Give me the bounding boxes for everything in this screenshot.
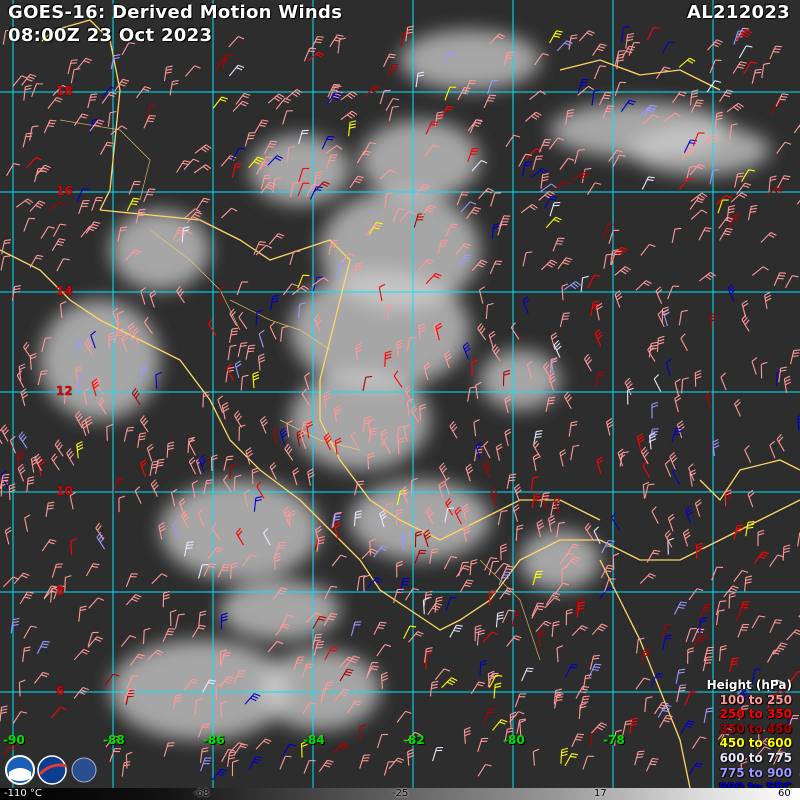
lat-label-18: 18 <box>56 84 73 98</box>
colorbar-tick-1: -68 <box>193 788 210 799</box>
colorbar-min-label: -110 °C <box>4 788 42 799</box>
legend-entry-775-900: 775 to 900 <box>719 765 792 780</box>
lon-label-78: -78 <box>603 733 625 747</box>
lon-label-82: -82 <box>403 733 425 747</box>
lon-label-86: -86 <box>203 733 225 747</box>
colorbar-tick-4: 60 <box>778 788 791 799</box>
colorbar-tick-3: 17 <box>594 788 607 799</box>
legend-title: Height (hPa) <box>706 678 792 692</box>
legend-entry-250-350: 250 to 350 <box>719 707 792 722</box>
satellite-wind-map: GOES-16: Derived Motion Winds 08:00Z 23 … <box>0 0 800 800</box>
cloud-mass <box>360 120 480 200</box>
storm-id: AL212023 <box>687 2 790 23</box>
map-canvas <box>0 0 800 800</box>
legend-entry-450-600: 450 to 600 <box>719 736 792 751</box>
legend-entry-350-450: 350 to 450 <box>719 721 792 736</box>
cloud-mass <box>290 270 470 390</box>
cira-logo-icon <box>71 757 97 783</box>
colorbar-tick-2: -25 <box>392 788 409 799</box>
lat-label-16: 16 <box>56 184 73 198</box>
lat-label-12: 12 <box>56 384 73 398</box>
cloud-mass <box>260 650 380 730</box>
lon-label-88: -88 <box>103 733 125 747</box>
height-legend: Height (hPa) 100 to 250 250 to 350 350 t… <box>707 678 792 795</box>
cloud-mass <box>290 370 430 470</box>
cloud-mass <box>40 300 160 420</box>
lon-label-90: -90 <box>3 733 25 747</box>
lat-label-10: 10 <box>56 484 73 498</box>
legend-entry-100-250: 100 to 250 <box>719 692 792 707</box>
title-datetime: 08:00Z 23 Oct 2023 <box>8 25 213 46</box>
cloud-mass <box>520 530 600 590</box>
title-line1: GOES-16: Derived Motion Winds <box>8 2 343 23</box>
lat-label-8: 8 <box>56 584 65 598</box>
cloud-mass <box>110 210 210 290</box>
legend-entry-600-775: 600 to 775 <box>719 750 792 765</box>
cloud-mass <box>160 480 320 580</box>
lon-label-80: -80 <box>503 733 525 747</box>
cloud-mass <box>250 135 350 205</box>
lat-label-14: 14 <box>56 284 73 298</box>
lon-label-84: -84 <box>303 733 325 747</box>
lat-label-6: 6 <box>56 684 65 698</box>
agency-logos <box>5 755 97 785</box>
